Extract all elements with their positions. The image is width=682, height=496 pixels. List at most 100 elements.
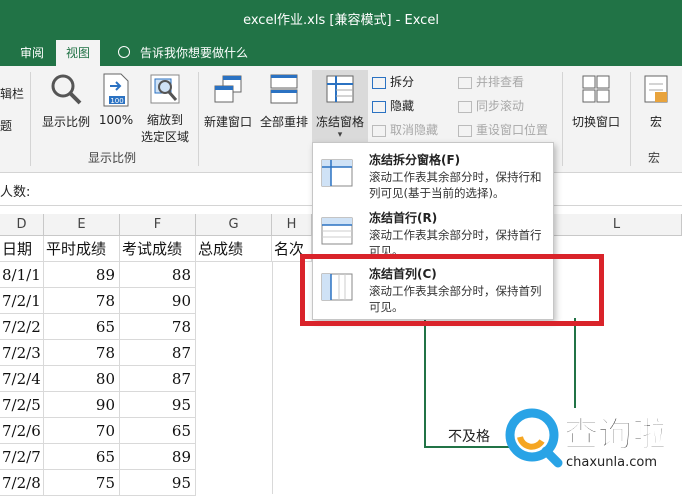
zoom-selection-icon — [150, 74, 180, 104]
col-header-l[interactable]: L — [552, 214, 682, 236]
table-cell[interactable]: 95 — [120, 470, 196, 496]
hide-button[interactable]: 隐藏 — [372, 96, 414, 116]
table-row[interactable]: 7/2/3 — [0, 340, 44, 366]
headings-checkbox-partial[interactable]: 题 — [0, 116, 12, 136]
new-window-icon — [214, 75, 242, 103]
formula-bar-checkbox-partial[interactable]: 辑栏 — [0, 84, 24, 104]
reset-position-icon — [458, 124, 472, 137]
menu-item-freeze-top-row[interactable]: 冻结首行(R) 滚动工作表其余部分时，保持首行可见。 — [313, 203, 553, 261]
tab-view[interactable]: 视图 — [56, 40, 101, 66]
sync-scroll-button[interactable]: 同步滚动 — [458, 96, 524, 116]
table-row[interactable]: 7/2/5 — [0, 392, 44, 418]
column-g-cells[interactable] — [196, 262, 273, 494]
table-row[interactable]: 7/2/7 — [0, 444, 44, 470]
table-cell[interactable]: 65 — [44, 444, 120, 470]
header-cell-usual[interactable]: 平时成绩 — [44, 236, 120, 262]
reset-position-button[interactable]: 重设窗口位置 — [458, 120, 548, 140]
split-label: 拆分 — [390, 75, 415, 89]
table-cell[interactable]: 70 — [44, 418, 120, 444]
new-window-label: 新建窗口 — [203, 115, 252, 129]
chevron-down-icon: ▾ — [337, 130, 343, 140]
window-title: excel作业.xls [兼容模式] - Excel — [243, 13, 439, 28]
table-row[interactable]: 8/1/1 — [0, 262, 44, 288]
freeze-top-row-icon — [321, 217, 353, 245]
freeze-panes-button[interactable]: 冻结窗格 ▾ — [312, 70, 368, 144]
table-cell[interactable]: 90 — [44, 392, 120, 418]
freeze-panes-option-icon — [321, 159, 353, 187]
tell-me-search[interactable]: 告诉我你想要做什么 — [140, 40, 248, 66]
switch-windows-icon — [582, 75, 610, 103]
menu-item-title: 冻结首行(R) — [369, 211, 438, 225]
table-row[interactable]: 7/2/8 — [0, 470, 44, 496]
reset-position-label: 重设窗口位置 — [476, 123, 549, 137]
hide-icon — [372, 100, 386, 113]
col-header-g[interactable]: G — [196, 214, 272, 236]
arrange-all-icon — [270, 74, 298, 104]
switch-windows-label: 切换窗口 — [571, 115, 620, 129]
side-by-side-button[interactable]: 并排查看 — [458, 72, 524, 92]
table-cell[interactable]: 80 — [44, 366, 120, 392]
header-cell-date[interactable]: 日期 — [0, 236, 44, 262]
freeze-panes-label: 冻结窗格 — [315, 115, 364, 129]
menu-item-freeze-panes[interactable]: 冻结拆分窗格(F) 滚动工作表其余部分时，保持行和列可见(基于当前的选择)。 — [313, 145, 553, 203]
tab-review[interactable]: 审阅 — [10, 40, 54, 66]
table-cell[interactable]: 89 — [120, 444, 196, 470]
table-cell[interactable]: 78 — [44, 340, 120, 366]
fail-label: 不及格 — [448, 429, 490, 445]
macros-button[interactable]: 宏 — [636, 72, 676, 130]
col-header-f[interactable]: F — [120, 214, 196, 236]
zoom-to-selection-button[interactable]: 缩放到 选定区域 — [134, 72, 196, 145]
table-cell[interactable]: 88 — [120, 262, 196, 288]
table-row[interactable]: 7/2/6 — [0, 418, 44, 444]
table-cell[interactable]: 90 — [120, 288, 196, 314]
zoom-label: 显示比例 — [41, 115, 90, 129]
col-header-d[interactable]: D — [0, 214, 44, 236]
zoom-100-label: 100% — [98, 113, 134, 127]
table-cell[interactable]: 87 — [120, 340, 196, 366]
table-row[interactable]: 7/2/2 — [0, 314, 44, 340]
header-cell-exam[interactable]: 考试成绩 — [120, 236, 196, 262]
table-row[interactable]: 7/2/4 — [0, 366, 44, 392]
menu-item-title: 冻结拆分窗格(F) — [369, 153, 461, 167]
freeze-panes-icon — [326, 75, 354, 103]
chart-axis-line — [424, 318, 426, 448]
arrange-all-label: 全部重排 — [259, 115, 308, 129]
table-cell[interactable]: 89 — [44, 262, 120, 288]
table-cell[interactable]: 65 — [44, 314, 120, 340]
magnifier-icon — [51, 74, 82, 105]
formula-bar-content: 人数: — [0, 185, 31, 200]
table-cell[interactable]: 65 — [120, 418, 196, 444]
table-cell[interactable]: 78 — [120, 314, 196, 340]
zoom-selection-label-1: 缩放到 — [146, 113, 183, 127]
sync-scroll-label: 同步滚动 — [476, 99, 525, 113]
chart-axis-line — [424, 446, 514, 448]
header-cell-total[interactable]: 总成绩 — [196, 236, 272, 262]
switch-windows-button[interactable]: 切换窗口 — [566, 72, 626, 130]
watermark-logo: 查询啦 chaxunla.com — [504, 405, 682, 494]
arrange-all-button[interactable]: 全部重排 — [256, 72, 312, 130]
col-header-h[interactable]: H — [272, 214, 312, 236]
zoom-100-button[interactable]: 100 100% — [96, 72, 136, 127]
highlight-box — [300, 254, 604, 326]
menu-item-desc: 滚动工作表其余部分时，保持行和列可见(基于当前的选择)。 — [369, 170, 542, 200]
zoom-selection-label-2: 选定区域 — [140, 130, 189, 144]
magnifier-logo-icon — [505, 408, 563, 468]
table-cell[interactable]: 95 — [120, 392, 196, 418]
new-window-button[interactable]: 新建窗口 — [200, 72, 256, 130]
hide-label: 隐藏 — [390, 99, 415, 113]
col-header-e[interactable]: E — [44, 214, 120, 236]
split-button[interactable]: 拆分 — [372, 72, 414, 92]
unhide-button[interactable]: 取消隐藏 — [372, 120, 438, 140]
chart-axis-line — [574, 318, 576, 408]
unhide-label: 取消隐藏 — [390, 123, 439, 137]
macros-group-label: 宏 — [648, 151, 661, 165]
zoom-button[interactable]: 显示比例 — [36, 72, 96, 130]
sync-scroll-icon — [458, 100, 472, 113]
table-cell[interactable]: 87 — [120, 366, 196, 392]
table-cell[interactable]: 78 — [44, 288, 120, 314]
table-row[interactable]: 7/2/1 — [0, 288, 44, 314]
svg-text:100: 100 — [110, 97, 123, 105]
zoom-group-label: 显示比例 — [88, 151, 137, 165]
macros-icon — [644, 75, 668, 103]
table-cell[interactable]: 75 — [44, 470, 120, 496]
